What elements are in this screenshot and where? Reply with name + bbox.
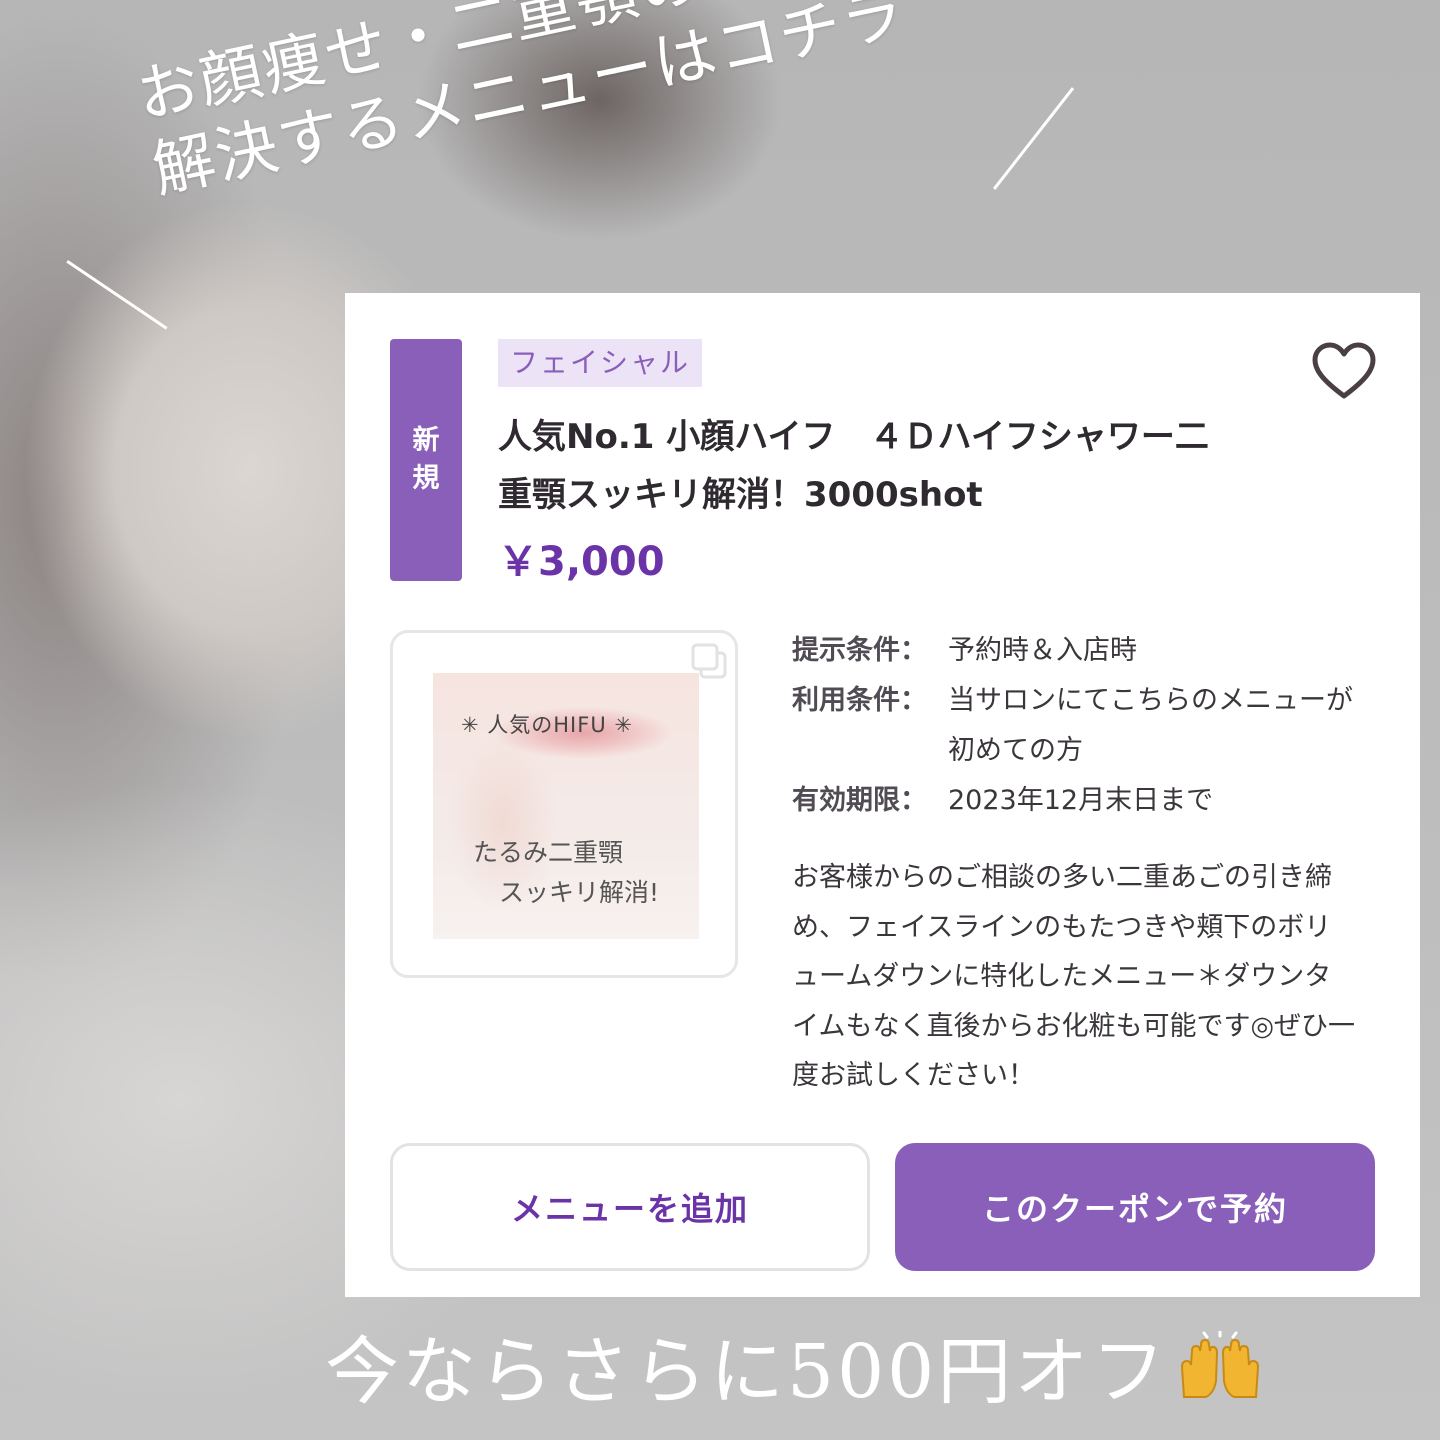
term-label: 利用条件： xyxy=(792,685,927,716)
add-menu-button[interactable]: メニューを追加 xyxy=(390,1143,870,1271)
image-caption-top: ✳︎ 人気のHIFU ✳︎ xyxy=(461,713,633,737)
raising-hands-icon xyxy=(1181,1330,1260,1398)
add-menu-button-label: メニューを追加 xyxy=(510,1190,749,1228)
coupon-price: ￥3,000 xyxy=(498,539,665,585)
coupon-description: お客様からのご相談の多い二重あごの引き締め、フェイスラインのもたつきや頬下のボリ… xyxy=(792,862,1356,1091)
coupon-image: ✳︎ 人気のHIFU ✳︎ たるみ二重顎 スッキリ解消! xyxy=(433,673,699,939)
heart-icon[interactable] xyxy=(1311,341,1377,401)
coupon-title-line-2: 重顎スッキリ解消！3000shot xyxy=(498,475,983,515)
coupon-card: 新 規 フェイシャル 人気No.1 小顔ハイフ ４Ｄハイフシャワー二 重顎スッキ… xyxy=(345,293,1420,1297)
image-caption-line-2: スッキリ解消! xyxy=(499,878,660,907)
new-badge: 新 規 xyxy=(390,339,462,581)
new-badge-char-2: 規 xyxy=(412,463,440,494)
term-value: 当サロンにてこちらのメニューが初めての方 xyxy=(948,685,1353,766)
reserve-coupon-button[interactable]: このクーポンで予約 xyxy=(895,1143,1375,1271)
coupon-image-frame[interactable]: ✳︎ 人気のHIFU ✳︎ たるみ二重顎 スッキリ解消! xyxy=(390,630,738,978)
coupon-title: 人気No.1 小顔ハイフ ４Ｄハイフシャワー二 重顎スッキリ解消！3000sho… xyxy=(498,408,1288,524)
coupon-title-line-1: 人気No.1 小顔ハイフ ４Ｄハイフシャワー二 xyxy=(498,417,1209,457)
term-row-expiry: 有効期限： 2023年12月末日まで xyxy=(792,776,1362,826)
new-badge-char-1: 新 xyxy=(412,425,440,456)
category-tag: フェイシャル xyxy=(498,339,703,387)
term-value: 2023年12月末日まで xyxy=(948,785,1214,816)
term-row-presentation: 提示条件： 予約時＆入店時 xyxy=(792,626,1362,676)
footer-promo: 今ならさらに500円オフ xyxy=(325,1312,1266,1419)
footer-promo-text: 今ならさらに500円オフ xyxy=(325,1329,1169,1415)
reserve-coupon-button-label: このクーポンで予約 xyxy=(981,1190,1288,1228)
coupon-terms: 提示条件： 予約時＆入店時 利用条件： 当サロンにてこちらのメニューが初めての方… xyxy=(792,626,1362,826)
image-caption-line-1: たるみ二重顎 xyxy=(473,838,624,867)
term-value: 予約時＆入店時 xyxy=(948,635,1137,666)
term-label: 有効期限： xyxy=(792,785,927,816)
term-label: 提示条件： xyxy=(792,635,927,666)
term-row-usage: 利用条件： 当サロンにてこちらのメニューが初めての方 xyxy=(792,676,1362,776)
